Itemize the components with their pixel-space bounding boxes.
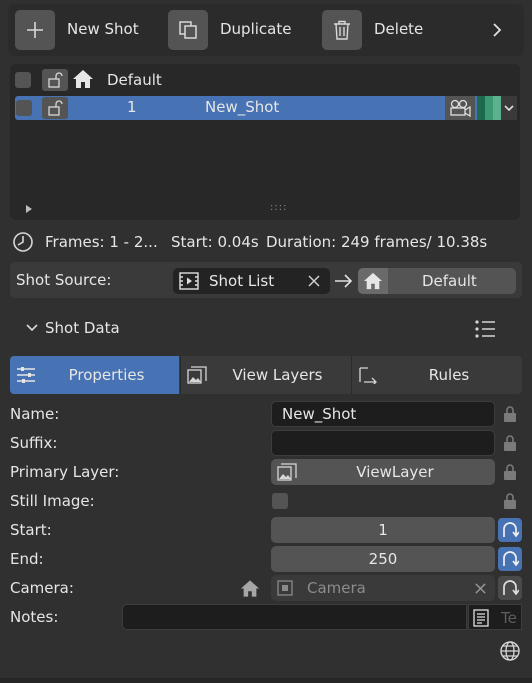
panel-title[interactable]: Shot Data [45,321,120,336]
camera-field[interactable]: Camera [271,575,495,601]
duplicate-button[interactable]: Duplicate [220,22,291,37]
chevron-down-icon[interactable] [26,323,38,333]
home-icon [364,272,382,290]
bottom-divider [0,678,532,683]
enable-checkbox[interactable] [15,72,31,88]
start-value: 1 [378,521,388,539]
shot-name[interactable]: New_Shot [205,100,279,115]
frames-info: Frames: 1 - 2... [45,233,158,251]
home-icon [73,70,93,88]
home-icon[interactable] [240,579,260,598]
name-label: Name: [10,405,60,423]
name-value: New_Shot [282,405,357,423]
sync-arrow-icon [503,522,519,538]
camera-button[interactable] [445,96,475,120]
tab-view-layers[interactable]: View Layers [180,356,350,394]
sync-arrow-icon [503,580,519,596]
tab-label: View Layers [232,366,323,384]
close-icon[interactable] [307,274,321,288]
duplicate-icon [179,21,197,39]
camera-placeholder: Camera [307,579,366,597]
close-icon[interactable] [474,582,487,595]
lock-toggle[interactable] [42,97,68,119]
notes-label: Notes: [10,608,59,626]
color-dropdown[interactable] [501,96,517,120]
shot-source-label: Shot Source: [16,271,112,289]
camera-icon [450,99,471,117]
target-shot-field[interactable]: Default [358,268,516,294]
tab-properties[interactable]: Properties [10,356,179,394]
delete-icon-button[interactable] [322,10,362,50]
shot-source-value: Shot List [209,272,275,290]
lock-icon[interactable] [502,463,518,481]
primary-layer-label: Primary Layer: [10,463,120,481]
unlock-icon [48,72,63,88]
color-swatch[interactable] [477,96,501,120]
sliders-icon [17,367,35,383]
camera-sync-button[interactable] [498,576,522,600]
list-menu-icon[interactable] [474,319,496,339]
suffix-field[interactable] [271,430,495,456]
primary-layer-field[interactable]: ViewLayer [271,459,495,485]
still-image-label: Still Image: [10,492,95,510]
suffix-label: Suffix: [10,434,58,452]
shot-number: 1 [127,98,137,116]
start-sync-button[interactable] [498,518,522,542]
shot-name: Default [107,71,162,89]
sync-arrow-icon [503,551,519,567]
target-shot-value: Default [422,272,477,290]
expand-triangle-icon[interactable] [24,204,34,214]
arrow-right-icon [335,274,353,288]
route-icon [359,367,377,384]
delete-button[interactable]: Delete [374,22,423,37]
primary-layer-value: ViewLayer [356,463,434,481]
shot-source-field[interactable]: Shot List [173,268,330,294]
new-shot-icon-button[interactable] [15,10,55,50]
object-icon [277,580,293,596]
chevron-right-icon[interactable] [486,18,508,42]
notes-field[interactable] [122,604,467,630]
notes-placeholder: Te [501,609,517,627]
list-item-new-shot[interactable]: 1 New_Shot [15,96,517,120]
enable-checkbox[interactable] [16,100,32,116]
lock-icon[interactable] [502,405,518,423]
lock-icon[interactable] [502,492,518,510]
globe-icon[interactable] [499,640,521,662]
end-value: 250 [368,550,398,568]
plus-icon [27,22,43,38]
still-image-checkbox[interactable] [272,493,288,509]
film-icon [179,272,199,290]
name-field[interactable]: New_Shot [271,401,495,427]
start-frame-field[interactable]: 1 [271,517,495,543]
image-layers-icon [277,463,297,481]
end-frame-field[interactable]: 250 [271,546,495,572]
camera-label: Camera: [10,579,74,597]
tab-label: Rules [428,366,470,384]
text-document-icon [473,609,489,627]
duration-info: Duration: 249 frames/ 10.38s [266,233,488,251]
duplicate-icon-button[interactable] [168,10,208,50]
chevron-down-icon [504,105,514,112]
list-resize-handle[interactable]: :::: [270,203,287,213]
unlock-icon [48,100,63,116]
start-info: Start: 0.04s [171,233,259,251]
lock-icon[interactable] [502,434,518,452]
clock-icon [13,232,33,252]
notes-text-block[interactable]: Te [468,604,522,630]
start-label: Start: [10,521,52,539]
image-layers-icon [187,366,207,384]
list-item-default[interactable]: Default [14,68,516,92]
tab-rules[interactable]: Rules [351,356,522,394]
tab-label: Properties [68,366,145,384]
end-sync-button[interactable] [498,547,522,571]
end-label: End: [10,550,44,568]
trash-icon [334,20,350,40]
new-shot-button[interactable]: New Shot [67,22,139,37]
lock-toggle[interactable] [42,69,68,91]
